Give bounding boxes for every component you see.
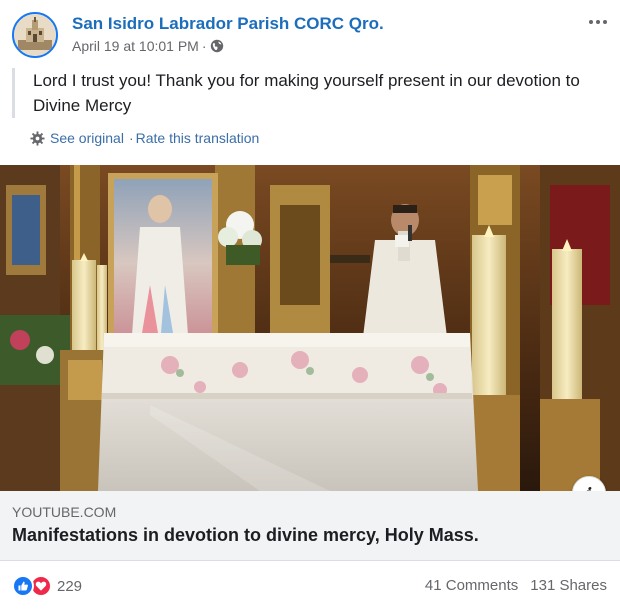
reaction-count: 229 [57, 577, 83, 595]
gear-icon [30, 130, 45, 146]
translation-bar: See original · Rate this translation [30, 130, 259, 146]
church-logo-icon [14, 14, 56, 56]
meta-separator: · [201, 38, 207, 54]
dot-icon [596, 20, 600, 24]
post-timestamp[interactable]: April 19 at 10:01 PM [72, 38, 199, 54]
page-name-link[interactable]: San Isidro Labrador Parish CORC Qro. [72, 14, 384, 34]
page-avatar[interactable] [12, 12, 58, 58]
translation-separator: · [128, 130, 134, 146]
see-original-link[interactable]: See original [50, 130, 124, 146]
link-domain: YOUTUBE.COM [12, 504, 117, 520]
comments-count-link[interactable]: 41 Comments [425, 577, 518, 594]
shares-count-link[interactable]: 131 Shares [530, 577, 607, 594]
reactions-summary[interactable]: 229 [12, 575, 82, 597]
engagement-counts: 41 Comments 131 Shares [425, 577, 607, 594]
post-header: San Isidro Labrador Parish CORC Qro. Apr… [0, 0, 620, 64]
rate-translation-link[interactable]: Rate this translation [136, 130, 260, 146]
dot-icon [603, 20, 607, 24]
dot-icon [589, 20, 593, 24]
mass-scene-image [0, 165, 620, 491]
link-preview-card[interactable]: YOUTUBE.COM Manifestations in devotion t… [0, 491, 620, 561]
video-thumbnail[interactable] [0, 165, 620, 491]
link-title[interactable]: Manifestations in devotion to divine mer… [12, 525, 479, 546]
post-footer: 229 41 Comments 131 Shares [0, 562, 620, 609]
post-body-text: Lord I trust you! Thank you for making y… [12, 68, 612, 118]
post-meta: April 19 at 10:01 PM · [72, 38, 224, 54]
globe-icon [210, 39, 223, 53]
like-icon [12, 575, 34, 597]
more-options-button[interactable] [586, 14, 610, 30]
